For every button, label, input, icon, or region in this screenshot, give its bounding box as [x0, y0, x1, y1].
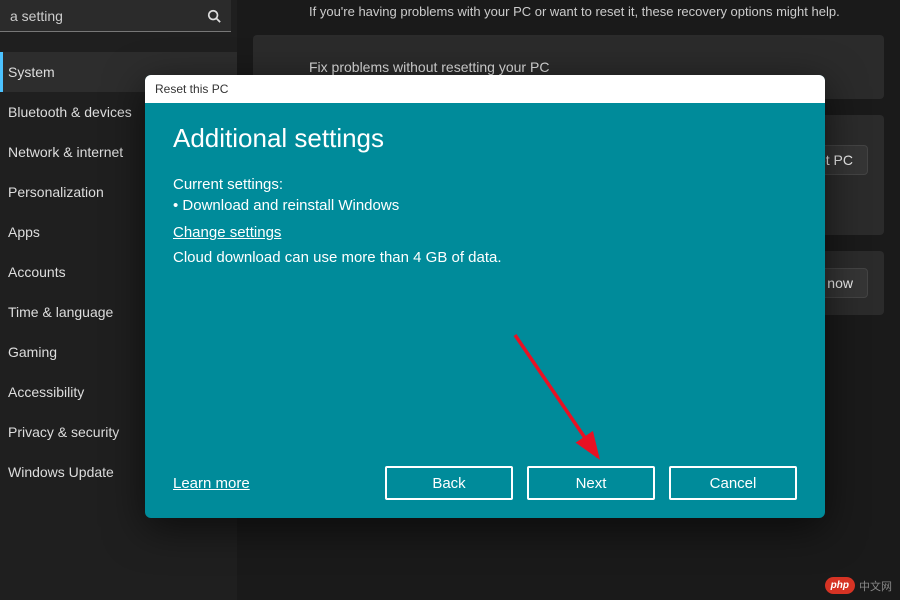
- watermark-text: 中文网: [859, 578, 892, 594]
- modal-footer: Learn more Back Next Cancel: [173, 466, 797, 500]
- current-settings-label: Current settings:: [173, 176, 797, 193]
- search-box[interactable]: [0, 0, 231, 32]
- learn-more-link[interactable]: Learn more: [173, 475, 250, 492]
- watermark-badge: php: [825, 577, 855, 594]
- search-icon: [207, 9, 221, 23]
- modal-title: Reset this PC: [155, 82, 228, 96]
- cloud-download-note: Cloud download can use more than 4 GB of…: [173, 249, 797, 266]
- current-setting-item: Download and reinstall Windows: [173, 197, 797, 214]
- next-button[interactable]: Next: [527, 466, 655, 500]
- change-settings-link[interactable]: Change settings: [173, 224, 797, 241]
- panel-label: Fix problems without resetting your PC: [309, 59, 549, 75]
- reset-pc-modal: Reset this PC Additional settings Curren…: [145, 75, 825, 518]
- recovery-hint: If you're having problems with your PC o…: [309, 4, 884, 19]
- cancel-button[interactable]: Cancel: [669, 466, 797, 500]
- watermark: php 中文网: [825, 577, 892, 594]
- modal-titlebar: Reset this PC: [145, 75, 825, 103]
- modal-heading: Additional settings: [173, 123, 797, 154]
- back-button[interactable]: Back: [385, 466, 513, 500]
- search-input[interactable]: [10, 8, 207, 24]
